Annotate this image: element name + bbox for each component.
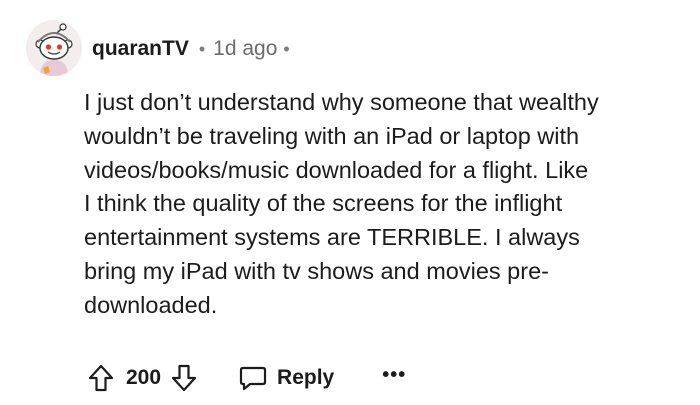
comment-body: I just don’t understand why someone that…	[84, 86, 684, 323]
more-options-button[interactable]: •••	[382, 364, 406, 393]
more-options-icon: •••	[382, 363, 407, 386]
arrow-up-icon	[88, 364, 114, 392]
comment-body-line: I just don’t understand why someone that…	[84, 89, 599, 115]
arrow-down-icon	[171, 364, 197, 392]
comment-body-line: I think the quality of the screens for t…	[84, 190, 563, 217]
separator-dot: •	[283, 38, 290, 59]
comment-actions: 200 Reply •••	[84, 358, 406, 398]
comment-header: quaranTV • 1d ago •	[92, 34, 290, 64]
timestamp[interactable]: 1d ago	[213, 37, 277, 61]
reply-button[interactable]: Reply	[239, 364, 334, 392]
comment: quaranTV • 1d ago • I just don’t underst…	[0, 0, 700, 405]
separator-dot: •	[198, 38, 206, 59]
comment-body-line: wouldn’t be traveling with an iPad or la…	[84, 122, 580, 149]
vote-score: 200	[126, 366, 162, 389]
comment-body-line: bring my iPad with tv shows and movies p…	[84, 257, 549, 284]
reply-label: Reply	[277, 366, 335, 389]
user-avatar[interactable]	[26, 20, 82, 76]
snoo-avatar-icon	[26, 20, 82, 76]
speech-bubble-icon	[239, 366, 267, 391]
upvote-button[interactable]	[84, 361, 118, 395]
comment-body-line: entertainment systems are TERRIBLE. I al…	[84, 224, 580, 251]
comment-body-line: videos/books/music downloaded for a flig…	[84, 156, 589, 183]
downvote-button[interactable]	[167, 361, 201, 395]
username-link[interactable]: quaranTV	[92, 37, 189, 61]
comment-body-line: downloaded.	[84, 291, 218, 318]
